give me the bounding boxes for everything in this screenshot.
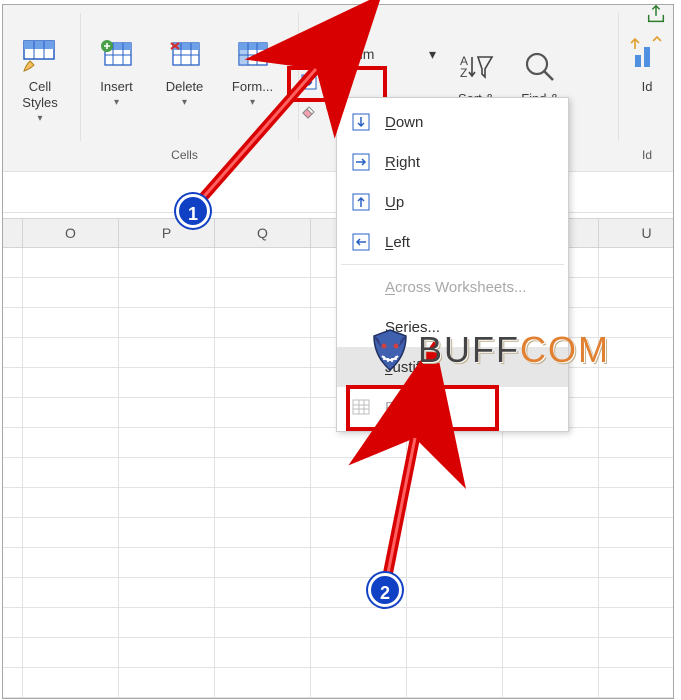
svg-text:Z: Z bbox=[460, 66, 467, 80]
fill-left-label: Left bbox=[385, 234, 410, 251]
fill-right-icon bbox=[351, 152, 371, 172]
ideas-button[interactable]: Id bbox=[623, 35, 671, 95]
group-ideas: Id Id bbox=[623, 35, 671, 155]
blank-icon bbox=[351, 357, 371, 377]
sort-filter-icon: A Z bbox=[456, 47, 496, 87]
fill-up-label: Up bbox=[385, 194, 404, 211]
fill-right-item[interactable]: Right bbox=[337, 142, 568, 182]
ideas-icon bbox=[627, 35, 667, 75]
find-icon bbox=[520, 47, 560, 87]
fill-left-item[interactable]: Left bbox=[337, 222, 568, 262]
col-header[interactable]: U bbox=[599, 219, 681, 247]
fill-down-label: Down bbox=[385, 114, 423, 131]
annotation-arrow-1 bbox=[188, 61, 332, 207]
chevron-down-icon: ▾ bbox=[429, 46, 436, 63]
fill-justify-label: Justify bbox=[385, 359, 428, 376]
cell-styles-label: CellStyles bbox=[22, 79, 57, 110]
blank-icon bbox=[351, 277, 371, 297]
col-header[interactable]: O bbox=[23, 219, 119, 247]
col-header[interactable]: Q bbox=[215, 219, 311, 247]
fill-across-label: Across Worksheets... bbox=[385, 279, 526, 296]
annotation-badge-2: 2 bbox=[368, 573, 402, 607]
annotation-arrow-2 bbox=[375, 430, 425, 584]
group-separator bbox=[618, 13, 619, 141]
menu-separator bbox=[341, 264, 564, 265]
fill-series-label: Series... bbox=[385, 319, 440, 336]
group-label-ideas: Id bbox=[623, 148, 671, 162]
group-styles: CellStyles ▾ bbox=[5, 35, 75, 155]
share-icon[interactable] bbox=[645, 3, 667, 25]
ideas-label: Id bbox=[642, 79, 653, 94]
fill-flash-label: Flash Fill bbox=[385, 399, 445, 416]
annotation-badge-1: 1 bbox=[176, 194, 210, 228]
cell-styles-icon bbox=[20, 35, 60, 75]
fill-up-icon bbox=[351, 192, 371, 212]
col-header[interactable] bbox=[3, 219, 23, 247]
autosum-label: AutoSum bbox=[317, 46, 375, 62]
fill-down-item[interactable]: Down bbox=[337, 102, 568, 142]
flash-fill-icon bbox=[351, 397, 371, 417]
fill-justify-item[interactable]: Justify bbox=[337, 347, 568, 387]
fill-up-item[interactable]: Up bbox=[337, 182, 568, 222]
insert-label: Insert bbox=[100, 79, 133, 94]
insert-cells-icon bbox=[97, 35, 137, 75]
fill-right-label: Right bbox=[385, 154, 420, 171]
fill-across-item: Across Worksheets... bbox=[337, 267, 568, 307]
fill-dropdown-menu: Down Right Up Left Across Worksheets... … bbox=[336, 97, 569, 432]
chevron-down-icon: ▾ bbox=[344, 74, 351, 91]
fill-series-item[interactable]: Series... bbox=[337, 307, 568, 347]
chevron-down-icon: ▾ bbox=[12, 111, 68, 127]
fill-down-icon bbox=[351, 112, 371, 132]
cell-styles-button[interactable]: CellStyles ▾ bbox=[12, 35, 68, 127]
chevron-down-icon: ▾ bbox=[86, 95, 148, 111]
fill-flash-item: Flash Fill bbox=[337, 387, 568, 427]
blank-icon bbox=[351, 317, 371, 337]
insert-button[interactable]: Insert ▾ bbox=[86, 35, 148, 111]
fill-left-icon bbox=[351, 232, 371, 252]
